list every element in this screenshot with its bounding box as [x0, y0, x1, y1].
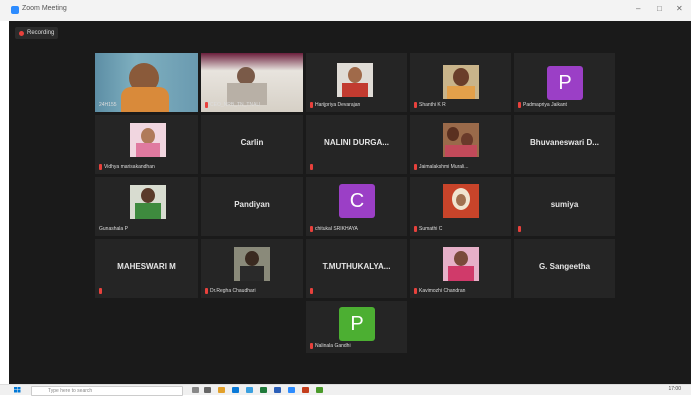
edge-icon[interactable]: [232, 387, 239, 393]
participant-tile[interactable]: T.MUTHUKALYA...: [306, 239, 407, 298]
participant-photo: [234, 247, 270, 281]
task-view-icon[interactable]: [192, 387, 199, 393]
participant-name-label: Dr.Regha Chaudhari: [205, 287, 256, 295]
word-icon[interactable]: [274, 387, 281, 393]
participant-tile[interactable]: G. Sangeetha: [514, 239, 615, 298]
participant-name-label: Shanthi K R: [414, 101, 446, 109]
participant-name-label: CEO_NRB_TN_TNAU: [205, 101, 260, 109]
participant-photo: [130, 185, 166, 219]
participant-photo: [337, 63, 373, 97]
participant-tile[interactable]: Dr.Regha Chaudhari: [201, 239, 303, 298]
participant-name-label: Harijpriya Devarajan: [310, 101, 360, 109]
mic-muted-icon: [414, 288, 417, 294]
participant-photo: [443, 247, 479, 281]
participant-tile[interactable]: Shanthi K R: [410, 53, 511, 112]
participant-tile[interactable]: P Nalinala Gandhi: [306, 301, 407, 353]
window-titlebar: Zoom Meeting – □ ✕: [0, 0, 691, 21]
participant-name-label: Padmapriya Jaikant: [518, 101, 567, 109]
participant-tile[interactable]: CEO_NRB_TN_TNAU: [201, 53, 303, 112]
participant-tile[interactable]: Pandiyan: [201, 177, 303, 236]
participant-display-name: MAHESWARI M: [117, 262, 176, 271]
mic-muted-icon: [518, 226, 521, 232]
participant-initial-avatar: C: [339, 184, 375, 218]
participant-tile[interactable]: sumiya: [514, 177, 615, 236]
participant-name-label: chitukal SRIKHAYA: [310, 225, 358, 233]
participant-name-label: [518, 225, 521, 233]
close-button[interactable]: ✕: [676, 4, 683, 13]
recording-indicator[interactable]: Recording: [15, 27, 59, 39]
participant-display-name: Bhuvaneswari D...: [530, 138, 599, 147]
participant-name-label: Kavimozhi Chandran: [414, 287, 465, 295]
participant-tile[interactable]: Sumathi C: [410, 177, 511, 236]
participant-tile[interactable]: C chitukal SRIKHAYA: [306, 177, 407, 236]
file-explorer-icon[interactable]: [218, 387, 225, 393]
mic-muted-icon: [99, 164, 102, 170]
mic-muted-icon: [414, 226, 417, 232]
window-title: Zoom Meeting: [22, 5, 67, 12]
record-dot-icon: [19, 30, 24, 36]
participant-display-name: NALINI DURGA...: [324, 138, 389, 147]
participant-tile[interactable]: Harijpriya Devarajan: [306, 53, 407, 112]
participant-name-label: Vidhya marisakandhan: [99, 163, 155, 171]
participant-display-name: T.MUTHUKALYA...: [322, 262, 391, 271]
mic-muted-icon: [310, 288, 313, 294]
participant-name-label: Gunashala P: [99, 226, 128, 232]
mic-muted-icon: [310, 164, 313, 170]
participant-tile[interactable]: NALINI DURGA...: [306, 115, 407, 174]
powerpoint-icon[interactable]: [302, 387, 309, 393]
participant-display-name: Pandiyan: [234, 200, 270, 209]
participant-tile[interactable]: Vidhya marisakandhan: [95, 115, 198, 174]
participant-initial-avatar: P: [547, 66, 583, 100]
participant-display-name: sumiya: [550, 200, 579, 209]
mic-muted-icon: [414, 164, 417, 170]
mic-muted-icon: [205, 288, 208, 294]
participant-tile[interactable]: P Padmapriya Jaikant: [514, 53, 615, 112]
recording-label: Recording: [27, 30, 55, 36]
meeting-gallery: Recording 24H155 CEO_NRB_TN_TNAU Harijpr…: [9, 21, 691, 384]
participant-tile[interactable]: Bhuvaneswari D...: [514, 115, 615, 174]
participant-name-label: [310, 287, 313, 295]
windows-start-icon[interactable]: [14, 387, 21, 393]
participant-name-label: 24H155: [99, 102, 117, 108]
mic-muted-icon: [414, 102, 417, 108]
mail-icon[interactable]: [246, 387, 253, 393]
taskbar-search-input[interactable]: Type here to search: [31, 386, 183, 396]
taskbar-clock: 17:00: [668, 386, 681, 392]
participant-name-label: [99, 287, 102, 295]
participant-tile[interactable]: Kavimozhi Chandran: [410, 239, 511, 298]
maximize-button[interactable]: □: [657, 4, 662, 13]
minimize-button[interactable]: –: [636, 4, 640, 13]
widgets-icon[interactable]: [204, 387, 211, 393]
participant-display-name: Carlin: [240, 138, 264, 147]
mic-muted-icon: [518, 102, 521, 108]
mic-muted-icon: [310, 226, 313, 232]
zoom-app-icon: [11, 6, 19, 14]
participant-photo: [443, 123, 479, 157]
participant-name-label: Sumathi C: [414, 225, 442, 233]
windows-taskbar: Type here to search 17:00: [0, 384, 691, 396]
participant-tile[interactable]: MAHESWARI M: [95, 239, 198, 298]
system-tray[interactable]: 17:00: [668, 386, 681, 392]
participant-tile[interactable]: Jaimalakshmi Murali...: [410, 115, 511, 174]
participant-name-label: [310, 163, 313, 171]
excel-icon[interactable]: [260, 387, 267, 393]
participant-initial-avatar: P: [339, 307, 375, 341]
mic-muted-icon: [205, 102, 208, 108]
mic-muted-icon: [310, 102, 313, 108]
mic-muted-icon: [99, 288, 102, 294]
participant-display-name: G. Sangeetha: [538, 262, 591, 271]
participant-tile[interactable]: Carlin: [201, 115, 303, 174]
zoom-icon[interactable]: [288, 387, 295, 393]
participant-tile[interactable]: Gunashala P: [95, 177, 198, 236]
mic-muted-icon: [310, 343, 313, 349]
participant-photo: [443, 184, 479, 218]
participant-photo: [130, 123, 166, 157]
participant-tile[interactable]: 24H155: [95, 53, 198, 112]
chrome-icon[interactable]: [316, 387, 323, 393]
participant-name-label: Jaimalakshmi Murali...: [414, 163, 468, 171]
participant-photo: [443, 65, 479, 99]
participant-name-label: Nalinala Gandhi: [310, 342, 351, 350]
